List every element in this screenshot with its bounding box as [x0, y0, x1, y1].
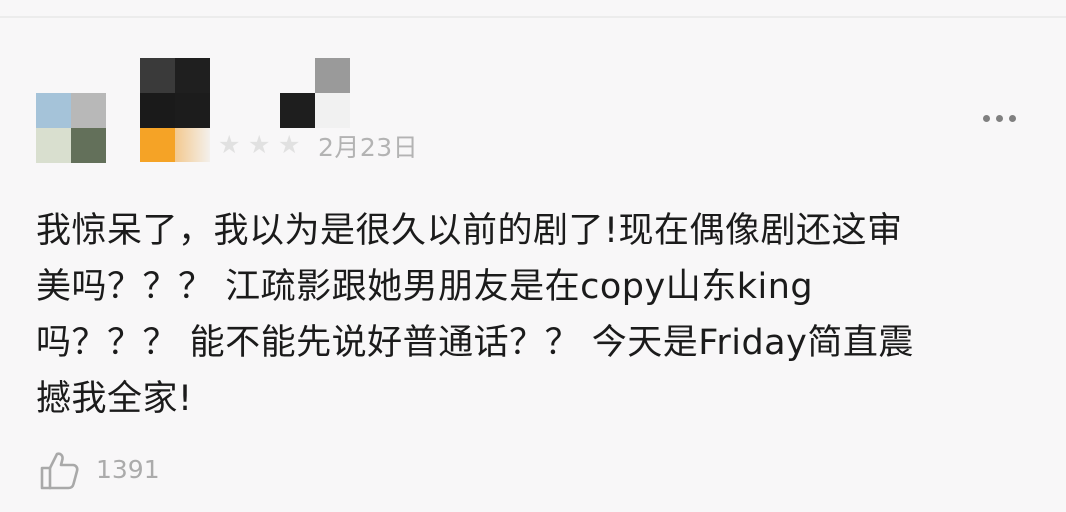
username-pixel	[175, 93, 210, 128]
comment-line: 美吗？？？ 江疏影跟她男朋友是在copy山东king	[36, 267, 814, 307]
like-button[interactable]: 1391	[38, 446, 160, 494]
comment-text: 我惊呆了，我以为是很久以前的剧了!现在偶像剧还这审 美吗？？？ 江疏影跟她男朋友…	[36, 203, 1036, 427]
more-dots-icon	[982, 114, 990, 122]
username-pixel	[315, 58, 350, 93]
username-pixel	[280, 93, 315, 128]
username-pixel	[315, 93, 350, 128]
avatar-pixel	[36, 93, 71, 128]
star-icon	[140, 128, 210, 162]
avatar[interactable]	[36, 93, 106, 163]
star-icon: ★	[248, 130, 271, 159]
more-dots-icon	[995, 114, 1003, 122]
rating-stars: ★ ★ ★	[140, 128, 315, 162]
comment-line: 我惊呆了，我以为是很久以前的剧了!现在偶像剧还这审	[36, 211, 903, 251]
avatar-pixel	[71, 128, 106, 163]
like-count: 1391	[96, 455, 160, 484]
star-icon: ★	[278, 130, 301, 159]
username-pixel	[140, 58, 175, 93]
username-pixel	[175, 58, 210, 93]
more-dots-icon	[1008, 114, 1016, 122]
username-mosaic[interactable]	[140, 58, 355, 128]
comment-line: 撼我全家!	[36, 379, 193, 419]
comment-line: 吗？？？ 能不能先说好普通话？？ 今天是Friday简直震	[36, 323, 914, 363]
thumbs-up-icon	[38, 449, 80, 491]
review-date: 2月23日	[318, 133, 419, 162]
star-icon: ★	[218, 130, 241, 159]
avatar-pixel	[71, 93, 106, 128]
username-pixel	[140, 93, 175, 128]
avatar-pixel	[36, 128, 71, 163]
more-options-button[interactable]	[972, 104, 1026, 132]
top-divider	[0, 16, 1066, 18]
